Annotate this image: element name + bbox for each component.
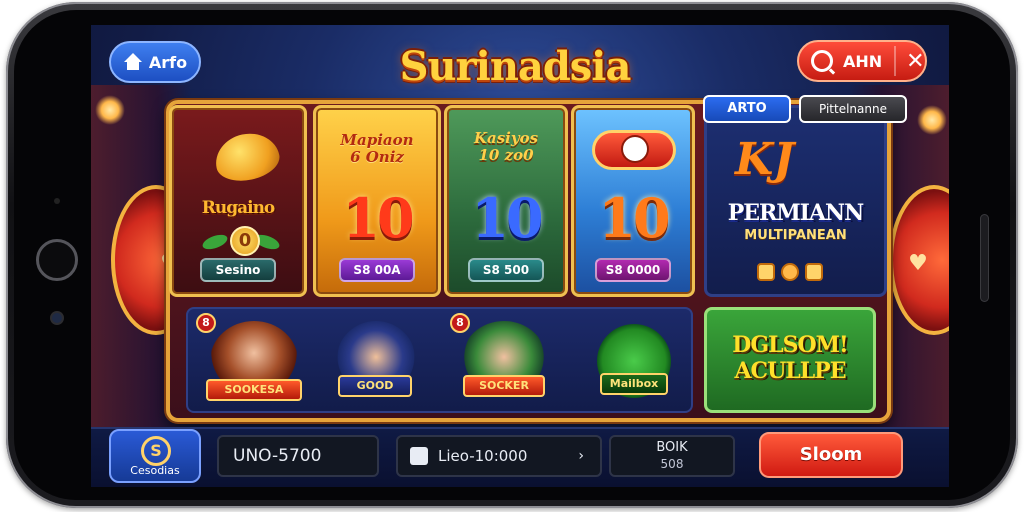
account-search-bar[interactable]: AHN ✕ — [797, 40, 927, 82]
game-card-4[interactable]: 10 S8 0000 — [571, 105, 695, 297]
tab-row: ARTO Pittelnanne — [703, 95, 907, 125]
game-card-3[interactable]: Kasiyos 10 zo0 10 S8 500 — [444, 105, 568, 297]
card-chip[interactable]: Sesino — [200, 258, 276, 282]
game-screen: ♥ ♥ Arfo Surinadsia AHN ✕ Rugaino 0 Sesi… — [91, 25, 949, 487]
camera — [52, 313, 62, 323]
mango-icon — [210, 127, 284, 187]
card-subtitle: MULTIPANEAN — [744, 228, 847, 243]
game-card-1[interactable]: Rugaino 0 Sesino — [169, 105, 307, 297]
tab-pittelnanne[interactable]: Pittelnanne — [799, 95, 907, 123]
card-chip[interactable]: S8 00A — [339, 258, 415, 282]
divider — [894, 46, 897, 76]
coin-icon: 0 — [230, 226, 260, 256]
card-title: PERMIANN — [727, 200, 865, 226]
home-icon — [123, 53, 143, 71]
card-title-line: ACULLPE — [734, 358, 846, 384]
chevron-right-icon[interactable]: › — [578, 437, 584, 475]
balance-display: UNO-5700 — [217, 435, 379, 477]
game-card-2[interactable]: Mapiaon 6 Oniz 10 S8 00A — [313, 105, 441, 297]
card-big-number: 10 — [342, 186, 414, 250]
account-label: AHN — [843, 51, 883, 71]
search-icon[interactable] — [811, 50, 833, 72]
spin-button[interactable]: Sloom — [759, 432, 903, 478]
background-light — [917, 105, 947, 135]
bank-label: BOIK — [656, 440, 688, 455]
count-badge: 8 — [196, 313, 216, 333]
gift-icon — [410, 447, 428, 465]
portrait-banner: GOOD — [338, 375, 412, 397]
coins-label: Cesodias — [130, 464, 180, 477]
portrait-banner: SOOKESA — [206, 379, 302, 401]
card-big-number: 10 — [471, 186, 543, 250]
portrait-banner: Mailbox — [600, 373, 668, 395]
card-title: Kasiyos 10 zo0 — [447, 130, 565, 164]
card-title-line: Kasiyos — [473, 129, 539, 147]
game-logo: Surinadsia — [399, 43, 632, 90]
card-title: Mapiaon 6 Oniz — [316, 132, 438, 166]
bonus-feature-card[interactable]: DGLSOM! ACULLPE — [704, 307, 876, 413]
background-light — [95, 95, 125, 125]
game-card-5[interactable]: KJ PERMIANN MULTIPANEAN — [704, 105, 887, 297]
card-title-line: DGLSOM! — [732, 332, 848, 358]
phone-home-button[interactable] — [36, 239, 78, 281]
bet-range-selector[interactable]: Lieo-10:000 › — [396, 435, 602, 477]
close-icon[interactable]: ✕ — [906, 49, 924, 74]
tab-arto[interactable]: ARTO — [703, 95, 791, 123]
bank-value: 508 — [660, 457, 684, 471]
coins-button[interactable]: S Cesodias — [109, 429, 201, 483]
animal-emblem-icon — [592, 130, 676, 170]
speaker — [54, 198, 60, 204]
leaf-icon — [200, 231, 230, 253]
home-label: Arfo — [148, 52, 188, 72]
card-title: Rugaino — [201, 198, 276, 218]
side-slot — [981, 215, 988, 301]
coin-icon — [781, 263, 799, 281]
card-title-line: 6 Oniz — [350, 148, 404, 166]
bet-range-value: Lieo-10:000 — [438, 447, 528, 465]
card-chip[interactable]: S8 0000 — [595, 258, 671, 282]
card-chip[interactable]: S8 500 — [468, 258, 544, 282]
portrait-banner: SOCKER — [463, 375, 545, 397]
count-badge: 8 — [450, 313, 470, 333]
card-title-line: 10 zo0 — [478, 146, 534, 164]
card-big-number: 10 — [598, 186, 670, 250]
bank-display: BOIK 508 — [609, 435, 735, 477]
coin-icon: S — [141, 436, 171, 466]
card-title-line: Mapiaon — [340, 131, 414, 149]
card-title: DGLSOM! ACULLPE — [707, 332, 873, 384]
lower-game-row: SOOKESA 8 GOOD SOCKER 8 Mailbox — [186, 307, 693, 413]
dice-icon — [757, 263, 775, 281]
home-button[interactable]: Arfo — [109, 41, 201, 83]
dice-icon — [805, 263, 823, 281]
heart-icon: ♥ — [908, 251, 928, 276]
kj-logo: KJ — [735, 134, 795, 185]
